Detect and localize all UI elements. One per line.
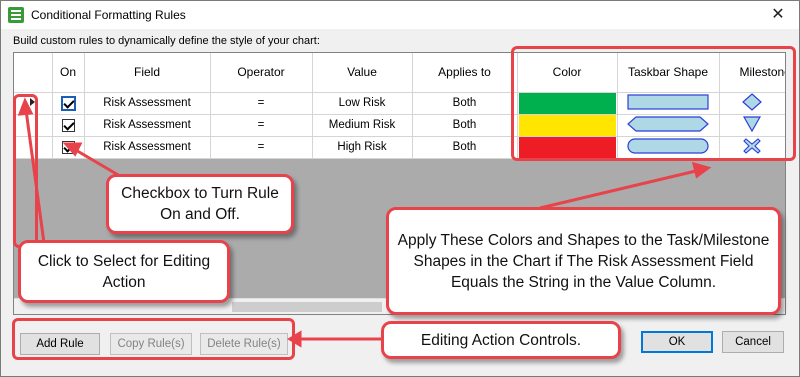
- styles-columns-highlight: [511, 46, 796, 161]
- rule-enabled-cell[interactable]: [52, 136, 85, 159]
- scrollbar-thumb[interactable]: [232, 302, 382, 312]
- editing-controls-highlight: [12, 318, 295, 360]
- select-annotation: Click to Select for Editing Action: [18, 240, 230, 303]
- dialog-subtitle: Build custom rules to dynamically define…: [13, 35, 320, 47]
- rule-enabled-checkbox[interactable]: [61, 140, 75, 154]
- select-column-highlight: [13, 94, 38, 248]
- field-cell[interactable]: Risk Assessment: [84, 136, 211, 159]
- column-header-field[interactable]: Field: [84, 53, 211, 93]
- rule-enabled-checkbox[interactable]: [61, 118, 75, 132]
- rule-enabled-cell[interactable]: [52, 92, 85, 115]
- operator-cell[interactable]: =: [210, 136, 313, 159]
- column-header-operator[interactable]: Operator: [210, 53, 313, 93]
- app-icon: [8, 7, 24, 23]
- dialog-title: Conditional Formatting Rules: [31, 8, 186, 22]
- applies-to-cell[interactable]: Both: [412, 92, 518, 115]
- column-header-value[interactable]: Value: [312, 53, 413, 93]
- apply-annotation: Apply These Colors and Shapes to the Tas…: [386, 207, 781, 315]
- operator-cell[interactable]: =: [210, 114, 313, 137]
- rule-enabled-checkbox[interactable]: [61, 96, 75, 110]
- rule-enabled-cell[interactable]: [52, 114, 85, 137]
- value-cell[interactable]: Low Risk: [312, 92, 413, 115]
- title-bar: Conditional Formatting Rules ✕: [1, 1, 799, 29]
- checkbox-annotation: Checkbox to Turn Rule On and Off.: [106, 174, 294, 234]
- field-cell[interactable]: Risk Assessment: [84, 114, 211, 137]
- applies-to-cell[interactable]: Both: [412, 114, 518, 137]
- close-icon[interactable]: ✕: [763, 3, 793, 27]
- field-cell[interactable]: Risk Assessment: [84, 92, 211, 115]
- value-cell[interactable]: High Risk: [312, 136, 413, 159]
- row-header-corner: [14, 53, 53, 93]
- column-header-applies-to[interactable]: Applies to: [412, 53, 518, 93]
- applies-to-cell[interactable]: Both: [412, 136, 518, 159]
- cancel-button[interactable]: Cancel: [722, 331, 784, 353]
- column-header-on[interactable]: On: [52, 53, 85, 93]
- ok-button[interactable]: OK: [641, 331, 713, 353]
- value-cell[interactable]: Medium Risk: [312, 114, 413, 137]
- editing-controls-annotation: Editing Action Controls.: [381, 321, 621, 359]
- operator-cell[interactable]: =: [210, 92, 313, 115]
